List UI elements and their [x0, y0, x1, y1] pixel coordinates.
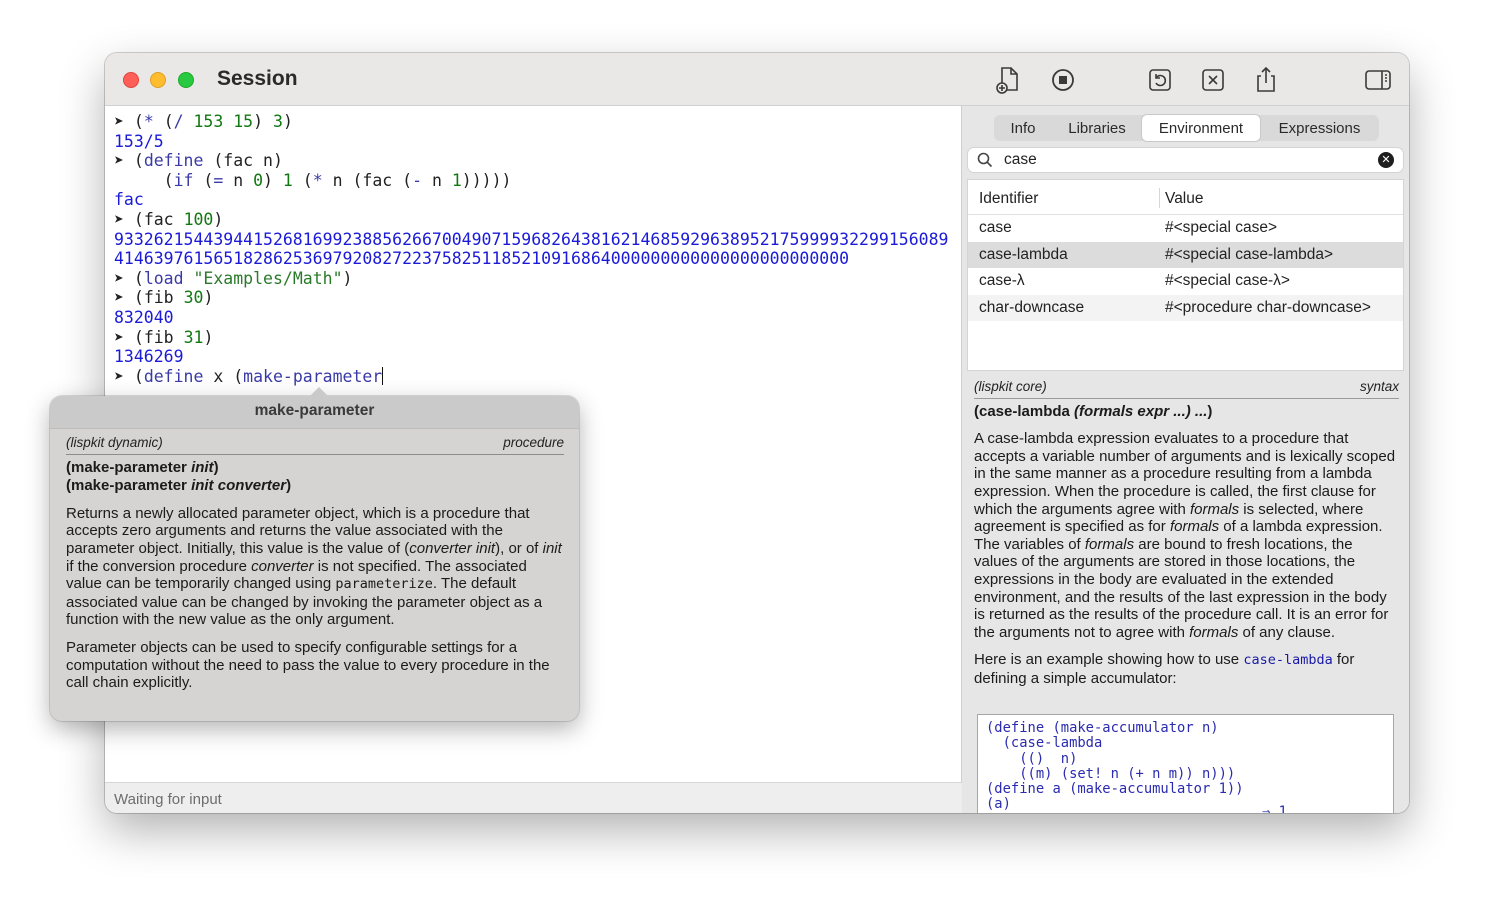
table-row[interactable]: case-λ #<special case-λ> — [968, 268, 1403, 295]
sig-args: (formals expr ...) ... — [1069, 402, 1208, 420]
console-input-line: ➤ (fib 31) — [114, 327, 214, 347]
column-header-value[interactable]: Value — [1165, 190, 1204, 208]
console-input-line: ➤ (fac 100) — [114, 209, 224, 229]
popover-title: make-parameter — [50, 396, 579, 429]
row-identifier: case-lambda — [979, 245, 1068, 263]
row-identifier: char-downcase — [979, 298, 1085, 316]
column-header-identifier[interactable]: Identifier — [979, 190, 1038, 208]
row-identifier: case — [979, 219, 1012, 236]
console-input-line: (if (= n 0) 1 (* n (fac (- n 1))))) — [163, 170, 512, 190]
text-cursor — [382, 366, 384, 385]
popover-library: (lispkit dynamic) — [66, 435, 163, 450]
console-input-line: ➤ (load "Examples/Math") — [114, 268, 353, 288]
row-value: #<special case-λ> — [1165, 272, 1290, 289]
table-row[interactable]: case-lambda #<special case-lambda> — [968, 241, 1403, 268]
popover-signature: (make-parameter init converter) — [66, 477, 292, 495]
console-output-line: 832040 — [114, 307, 174, 327]
sig-name: (case-lambda — [974, 402, 1070, 420]
titlebar: Session — [105, 53, 1409, 106]
new-document-icon — [996, 67, 1018, 94]
console-input-line: ➤ (define x (make-parameter — [114, 366, 384, 386]
completion-popover: make-parameter (lispkit dynamic) procedu… — [50, 387, 579, 721]
doc-paragraph: A case-lambda expression evaluates to a … — [974, 430, 1396, 641]
row-value: #<special case> — [1165, 219, 1278, 236]
popover-paragraph: Parameter objects can be used to specify… — [66, 638, 550, 692]
inline-code: case-lambda — [1243, 652, 1333, 669]
environment-table: Identifier Value case #<special case> ca… — [968, 180, 1403, 370]
new-document-button[interactable] — [994, 65, 1024, 95]
share-button[interactable] — [1251, 65, 1281, 95]
toggle-sidebar-button[interactable] — [1363, 65, 1393, 95]
console-input-line: ➤ (define (fac n) — [114, 151, 283, 171]
window-title: Session — [217, 67, 298, 90]
example-code: (define (make-accumulator n) (case-lambd… — [986, 720, 1244, 813]
console-output-line: 4146397615651828625369792082722375825118… — [114, 249, 850, 269]
status-bar: Waiting for input — [105, 782, 961, 813]
row-value: #<special case-lambda> — [1165, 245, 1334, 263]
clear-button[interactable] — [1198, 65, 1228, 95]
console-output-line: 1346269 — [114, 347, 184, 367]
share-icon — [1257, 66, 1275, 92]
zoom-window-button[interactable] — [178, 72, 194, 88]
sidebar-icon — [1365, 70, 1391, 90]
tab-info[interactable]: Info — [994, 115, 1052, 141]
side-panel: Info Libraries Environment Expressions ✕… — [962, 106, 1409, 813]
clear-icon — [1202, 69, 1224, 91]
environment-search: ✕ — [968, 148, 1403, 172]
doc-header: (lispkit core) syntax — [974, 378, 1399, 399]
search-input[interactable] — [1004, 150, 1364, 170]
reset-icon — [1149, 69, 1171, 91]
search-icon — [977, 152, 993, 168]
documentation: (lispkit core) syntax (case-lambda (form… — [974, 378, 1399, 688]
console-lines: ➤ (* (/ 153 15) 3) 153/5 ➤ (define (fac n)… — [114, 112, 948, 386]
status-text: Waiting for input — [114, 791, 222, 808]
tab-libraries[interactable]: Libraries — [1052, 115, 1142, 141]
doc-library: (lispkit core) — [974, 379, 1047, 394]
popover-kind: procedure — [503, 435, 564, 450]
popover-paragraph: Returns a newly allocated parameter obje… — [66, 504, 562, 629]
popover-signature: (make-parameter init) — [66, 458, 219, 476]
doc-kind: syntax — [1359, 379, 1399, 394]
row-identifier: case-λ — [979, 272, 1025, 289]
console-input-line: ➤ (* (/ 153 15) 3) — [114, 112, 293, 131]
popover-header: (lispkit dynamic) procedure — [66, 434, 564, 455]
doc-paragraph: Here is an example showing how to use ca… — [974, 651, 1355, 687]
tab-environment[interactable]: Environment — [1142, 115, 1260, 141]
tab-expressions[interactable]: Expressions — [1260, 115, 1379, 141]
console-output-line: fac — [114, 190, 144, 210]
close-window-button[interactable] — [123, 72, 139, 88]
console-output-line: 153/5 — [114, 131, 164, 151]
row-value: #<procedure char-downcase> — [1165, 298, 1371, 316]
clear-search-icon[interactable]: ✕ — [1378, 152, 1394, 168]
console-input-line: ➤ (fib 30) — [114, 288, 214, 308]
table-row[interactable]: case #<special case> — [968, 215, 1403, 242]
sig-end: ) — [1207, 402, 1213, 420]
console-output-line: 9332621544394415268169923885626670049071… — [114, 229, 949, 249]
stop-button[interactable] — [1048, 65, 1078, 95]
stop-icon — [1052, 69, 1074, 91]
table-header: Identifier Value — [968, 180, 1403, 215]
popover-content: (lispkit dynamic) procedure (make-parame… — [66, 434, 564, 702]
code-example: (define (make-accumulator n) (case-lambd… — [977, 714, 1394, 813]
minimize-window-button[interactable] — [150, 72, 166, 88]
doc-signature: (case-lambda (formals expr ...) ...) — [974, 403, 1399, 421]
panel-tabs: Info Libraries Environment Expressions — [994, 115, 1379, 141]
inline-code: parameterize — [335, 576, 433, 593]
example-result: ⇒ 1 — [1262, 803, 1287, 813]
table-row[interactable]: char-downcase #<procedure char-downcase> — [968, 294, 1403, 321]
reset-button[interactable] — [1145, 65, 1175, 95]
